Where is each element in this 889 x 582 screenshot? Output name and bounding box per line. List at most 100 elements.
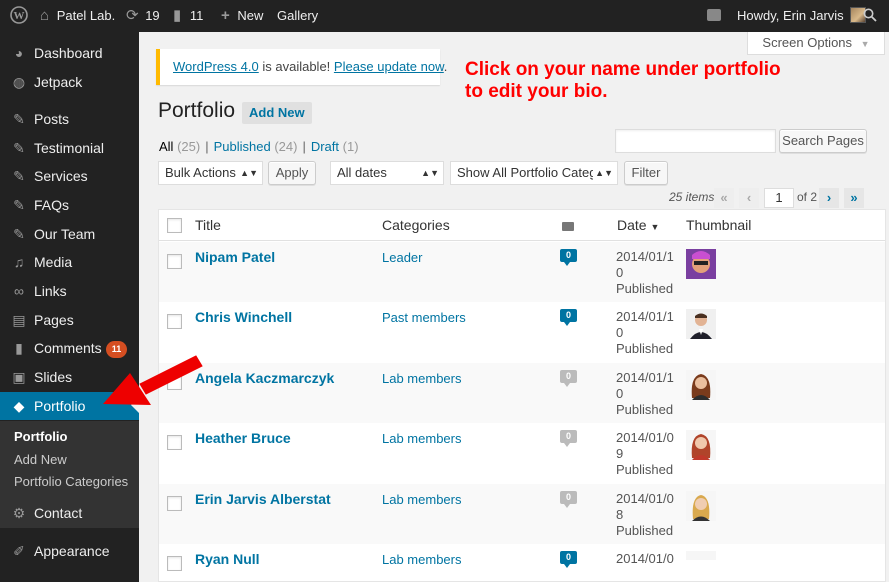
sidebar-item-media[interactable]: ♫ Media	[0, 248, 139, 276]
sidebar-item-portfolio[interactable]: ◆ Portfolio	[0, 392, 139, 420]
select-all-checkbox[interactable]	[167, 218, 182, 233]
gallery-label: Gallery	[277, 8, 319, 23]
sidebar-item-pages[interactable]: ▤ Pages	[0, 306, 139, 334]
total-pages: of 2	[797, 190, 818, 204]
updates-count: 19	[145, 8, 160, 23]
submenu-item-portfolio[interactable]: Portfolio	[14, 427, 67, 447]
screen-options-button[interactable]: Screen Options ▼	[747, 32, 885, 55]
sidebar-item-appearance[interactable]: ✐ Appearance	[0, 537, 139, 565]
row-checkbox[interactable]	[167, 435, 182, 450]
portfolio-title-link[interactable]: Chris Winchell	[195, 309, 292, 325]
search-pages-button[interactable]: Search Pages	[779, 129, 867, 153]
row-checkbox[interactable]	[167, 254, 182, 269]
view-draft[interactable]: Draft (1)	[311, 139, 359, 154]
submenu-item-add-new[interactable]: Add New	[14, 450, 67, 470]
submenu-item-portfolio-categories[interactable]: Portfolio Categories	[14, 472, 128, 492]
category-link[interactable]: Leader	[382, 250, 422, 265]
portfolio-title-link[interactable]: Nipam Patel	[195, 249, 275, 265]
select-caret-icon: ▲▼	[240, 168, 258, 178]
view-all-label: All	[159, 139, 174, 154]
category-link[interactable]: Lab members	[382, 371, 461, 386]
search-input[interactable]	[615, 129, 776, 153]
update-notice: WordPress 4.0 is available! Please updat…	[156, 49, 447, 85]
row-checkbox[interactable]	[167, 496, 182, 511]
date-line-1: 2014/01/0	[616, 430, 674, 445]
portfolio-title-link[interactable]: Angela Kaczmarczyk	[195, 370, 334, 386]
first-page-button[interactable]: «	[714, 188, 734, 208]
sidebar-item-jetpack[interactable]: ◍ Jetpack	[0, 68, 139, 96]
category-filter-select[interactable]: Show All Portfolio Categor ▲▼	[450, 161, 618, 185]
sidebar-item-label: Comments 11	[34, 334, 128, 362]
my-account-link[interactable]: Howdy, Erin Jarvis	[737, 0, 866, 32]
apply-button[interactable]: Apply	[268, 161, 316, 185]
portfolio-title-link[interactable]: Heather Bruce	[195, 430, 291, 446]
view-published[interactable]: Published (24)	[214, 139, 298, 154]
comments-link[interactable]: ▮ 11	[173, 0, 203, 32]
row-checkbox[interactable]	[167, 375, 182, 390]
update-now-link[interactable]: Please update now	[334, 59, 444, 74]
sidebar-item-label: Appearance	[34, 543, 110, 559]
date-filter-select[interactable]: All dates ▲▼	[330, 161, 444, 185]
comment-count-bubble[interactable]: 0	[560, 249, 577, 262]
next-page-button[interactable]: ›	[819, 188, 839, 208]
table-row: Heather Bruce Lab members 0 2014/01/0 9 Publi…	[159, 423, 885, 483]
sidebar-item-posts[interactable]: ✎ Posts	[0, 105, 139, 133]
updates-icon: ⟳	[126, 7, 139, 24]
comment-icon: ▮	[173, 7, 182, 24]
column-title[interactable]: Title	[195, 210, 221, 241]
table-row: Ryan Null Lab members 0 2014/01/0	[159, 544, 885, 582]
date-line-2: 0	[616, 386, 624, 401]
sidebar-item-faqs[interactable]: ✎ FAQs	[0, 191, 139, 219]
main-content: Screen Options ▼ WordPress 4.0 is availa…	[139, 32, 889, 582]
chevron-down-icon: ▼	[860, 39, 870, 49]
comment-count-bubble[interactable]: 0	[560, 370, 577, 383]
category-link[interactable]: Lab members	[382, 552, 461, 567]
row-checkbox[interactable]	[167, 314, 182, 329]
view-published-count: (24)	[274, 139, 298, 154]
comment-count-bubble[interactable]: 0	[560, 491, 577, 504]
portfolio-title-link[interactable]: Ryan Null	[195, 551, 260, 567]
notifications-icon[interactable]	[707, 0, 721, 32]
comment-count-bubble[interactable]: 0	[560, 309, 577, 322]
column-date[interactable]: Date ▼	[617, 210, 659, 241]
updates-link[interactable]: ⟳ 19	[126, 0, 160, 32]
sidebar-item-dashboard[interactable]: ◕ Dashboard	[0, 39, 139, 67]
separator: |	[205, 139, 209, 154]
date-cell: 2014/01/1 0 Published	[616, 249, 676, 297]
sidebar-item-comments[interactable]: ▮ Comments 11	[0, 334, 139, 362]
bulk-actions-select[interactable]: Bulk Actions ▲▼	[158, 161, 263, 185]
comment-count-bubble[interactable]: 0	[560, 430, 577, 443]
add-new-button[interactable]: Add New	[242, 102, 312, 124]
sidebar-item-slides[interactable]: ▣ Slides	[0, 363, 139, 391]
current-page-input[interactable]: 1	[764, 188, 794, 208]
table-row: Angela Kaczmarczyk Lab members 0 2014/01/1 0…	[159, 363, 885, 423]
home-icon: ⌂	[40, 7, 50, 24]
category-link[interactable]: Lab members	[382, 431, 461, 446]
sidebar-item-contact[interactable]: ⚙ Contact	[0, 499, 139, 527]
search-icon[interactable]	[863, 0, 877, 32]
sidebar-item-links[interactable]: ∞ Links	[0, 277, 139, 305]
sidebar-item-testimonial[interactable]: ✎ Testimonial	[0, 134, 139, 162]
notice-text: is available!	[258, 59, 334, 74]
site-name-link[interactable]: ⌂ Patel Lab.	[40, 0, 115, 32]
category-link[interactable]: Lab members	[382, 492, 461, 507]
wordpress-logo-icon[interactable]: W	[10, 0, 28, 32]
portfolio-title-link[interactable]: Erin Jarvis Alberstat	[195, 491, 331, 507]
date-line-2: 8	[616, 507, 624, 522]
wordpress-version-link[interactable]: WordPress 4.0	[173, 59, 259, 74]
thumbnail-image	[686, 430, 716, 460]
post-status: Published	[616, 281, 674, 296]
new-content-link[interactable]: + New	[221, 0, 263, 32]
filter-button[interactable]: Filter	[624, 161, 668, 185]
view-all[interactable]: All (25)	[159, 139, 200, 154]
category-link[interactable]: Past members	[382, 310, 466, 325]
sidebar-item-services[interactable]: ✎ Services	[0, 162, 139, 190]
comment-bubble-tail	[564, 322, 570, 326]
comment-count-bubble[interactable]: 0	[560, 551, 577, 564]
last-page-button[interactable]: »	[844, 188, 864, 208]
sidebar-item-our-team[interactable]: ✎ Our Team	[0, 220, 139, 248]
prev-page-button[interactable]: ‹	[739, 188, 759, 208]
row-checkbox[interactable]	[167, 556, 182, 571]
comments-column-icon[interactable]	[562, 210, 574, 241]
gallery-link[interactable]: Gallery	[277, 0, 318, 32]
